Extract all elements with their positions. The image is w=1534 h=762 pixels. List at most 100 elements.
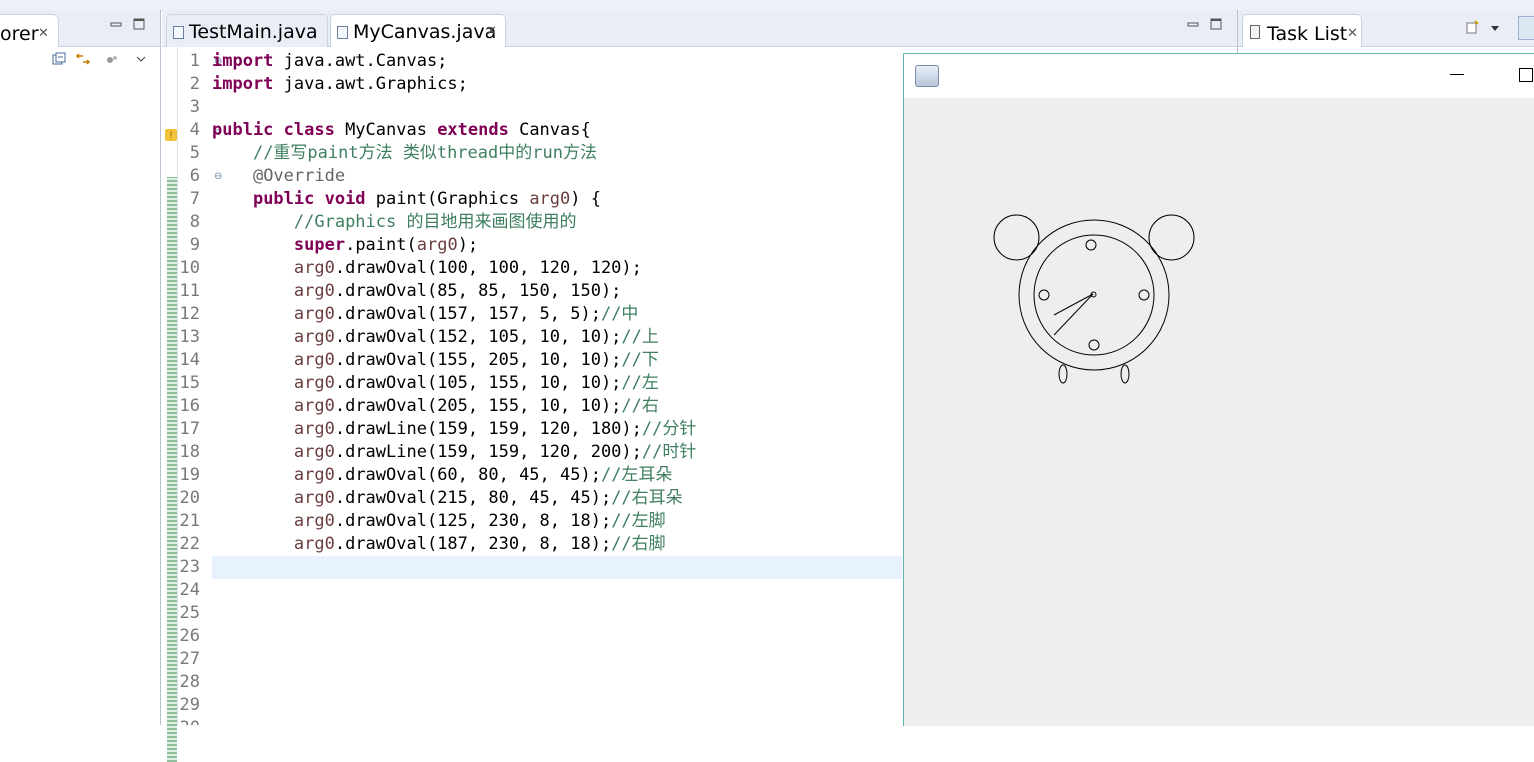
line-number: 8	[189, 212, 200, 232]
code-line[interactable]: arg0.drawOval(100, 100, 120, 120);	[212, 257, 642, 280]
java-frame-window[interactable]	[903, 53, 1534, 726]
line-number: 13	[179, 327, 200, 347]
parameter-token: arg0	[293, 373, 335, 393]
parameter-token: arg0	[293, 465, 335, 485]
tab-mycanvas-java[interactable]: MyCanvas.java ✕	[330, 14, 506, 47]
new-task-icon[interactable]	[1466, 20, 1480, 37]
parameter-token: arg0	[293, 281, 335, 301]
close-icon[interactable]: ✕	[486, 23, 497, 39]
line-number: 21	[179, 511, 200, 531]
parameter-token: arg0	[293, 396, 335, 416]
minimize-icon[interactable]	[110, 18, 122, 32]
line-number: 14	[179, 350, 200, 370]
code-line[interactable]: import java.awt.Graphics;	[212, 73, 468, 96]
tasklist-tab-label: Task List	[1267, 23, 1348, 45]
line-number: 29	[179, 695, 200, 715]
focus-icon[interactable]	[1518, 16, 1534, 40]
line-number: 15	[179, 373, 200, 393]
minimize-button[interactable]	[1450, 74, 1464, 75]
parameter-token: arg0	[293, 258, 335, 278]
code-line[interactable]: @Override	[212, 165, 345, 188]
code-line[interactable]: arg0.drawOval(60, 80, 45, 45);//左耳朵	[212, 464, 673, 487]
code-line[interactable]: arg0.drawOval(205, 155, 10, 10);//右	[212, 395, 659, 418]
keyword-token: public class	[212, 120, 335, 140]
code-line[interactable]: //Graphics 的目地用来画图使用的	[212, 211, 577, 234]
comment-token: //右脚	[611, 534, 666, 554]
drawn-oval	[993, 214, 1040, 261]
line-number: 10	[179, 258, 200, 278]
code-line[interactable]: public class MyCanvas extends Canvas{	[212, 119, 591, 142]
drawn-oval	[1038, 289, 1050, 301]
explorer-tabbar: orer ✕	[0, 10, 160, 47]
parameter-token: arg0	[293, 327, 335, 347]
maximize-icon[interactable]	[133, 18, 145, 33]
parameter-token: arg0	[293, 534, 335, 554]
maximize-button[interactable]	[1519, 68, 1533, 82]
line-number: 20	[179, 488, 200, 508]
line-number: 12	[179, 304, 200, 324]
package-explorer-panel: orer ✕	[0, 10, 161, 725]
comment-token: //左脚	[611, 511, 666, 531]
code-line[interactable]: arg0.drawOval(85, 85, 150, 150);	[212, 280, 622, 303]
keyword-token: import	[212, 51, 274, 71]
minimize-icon[interactable]	[1187, 18, 1199, 32]
tab-label: TestMain.java	[189, 21, 318, 43]
drawn-oval	[1033, 234, 1155, 356]
tab-task-list[interactable]: Task List ✕	[1242, 14, 1362, 47]
chevron-down-icon[interactable]	[1490, 22, 1500, 36]
window-titlebar[interactable]	[904, 54, 1534, 98]
code-line[interactable]: arg0.drawOval(155, 205, 10, 10);//下	[212, 349, 659, 372]
tab-package-explorer[interactable]: orer ✕	[0, 14, 59, 47]
link-with-editor-icon[interactable]	[75, 52, 91, 69]
comment-token: //左	[621, 373, 659, 393]
code-line[interactable]: arg0.drawOval(105, 155, 10, 10);//左	[212, 372, 659, 395]
drawn-oval	[1120, 364, 1130, 384]
code-line[interactable]: public void paint(Graphics arg0) {	[212, 188, 601, 211]
code-line[interactable]: super.paint(arg0);	[212, 234, 478, 257]
code-line[interactable]: arg0.drawOval(152, 105, 10, 10);//上	[212, 326, 659, 349]
parameter-token: arg0	[293, 304, 335, 324]
tab-testmain-java[interactable]: TestMain.java	[166, 14, 328, 47]
line-number: 28	[179, 672, 200, 692]
code-line[interactable]: import java.awt.Canvas;	[212, 50, 447, 73]
editor-tabbar: TestMain.java MyCanvas.java ✕	[162, 10, 1237, 47]
parameter-token: arg0	[293, 488, 335, 508]
annotation-token: @Override	[252, 166, 346, 186]
tasklist-tabbar: Task List ✕	[1238, 10, 1534, 47]
comment-token: //中	[600, 304, 639, 324]
code-line[interactable]: //重写paint方法 类似thread中的run方法	[212, 142, 597, 165]
comment-token: //上	[621, 327, 659, 347]
parameter-token: arg0	[293, 511, 335, 531]
keyword-token: public void	[252, 189, 366, 209]
code-line[interactable]: arg0.drawOval(157, 157, 5, 5);//中	[212, 303, 639, 326]
code-line[interactable]: arg0.drawOval(125, 230, 8, 18);//左脚	[212, 510, 666, 533]
close-icon[interactable]: ✕	[38, 25, 49, 41]
task-list-icon	[1250, 25, 1260, 39]
comment-token: //下	[621, 350, 659, 370]
line-number: 17	[179, 419, 200, 439]
line-number: 19	[179, 465, 200, 485]
code-line[interactable]	[212, 556, 902, 579]
drawn-oval	[1085, 239, 1097, 251]
code-line[interactable]: arg0.drawLine(159, 159, 120, 200);//时针	[212, 441, 696, 464]
close-icon[interactable]: ✕	[1347, 25, 1358, 41]
keyword-token: extends	[437, 120, 509, 140]
drawn-line	[1053, 293, 1094, 316]
view-menu-icon[interactable]	[106, 54, 118, 69]
code-line[interactable]: arg0.drawOval(215, 80, 45, 45);//右耳朵	[212, 487, 683, 510]
line-number: 1	[189, 51, 200, 71]
collapse-all-icon[interactable]	[52, 52, 66, 69]
line-number: 7	[189, 189, 200, 209]
line-number: 27	[179, 649, 200, 669]
code-line[interactable]: arg0.drawOval(187, 230, 8, 18);//右脚	[212, 533, 666, 556]
code-line[interactable]: arg0.drawLine(159, 159, 120, 180);//分针	[212, 418, 696, 441]
tab-label: MyCanvas.java	[353, 21, 497, 43]
line-number: 11	[179, 281, 200, 301]
line-number: 22	[179, 534, 200, 554]
chevron-down-icon[interactable]	[136, 52, 146, 66]
drawing-canvas	[993, 214, 1195, 384]
maximize-icon[interactable]	[1210, 18, 1222, 33]
drawn-oval	[1088, 339, 1100, 351]
comment-token: //时针	[641, 442, 697, 462]
line-number: 16	[179, 396, 200, 416]
